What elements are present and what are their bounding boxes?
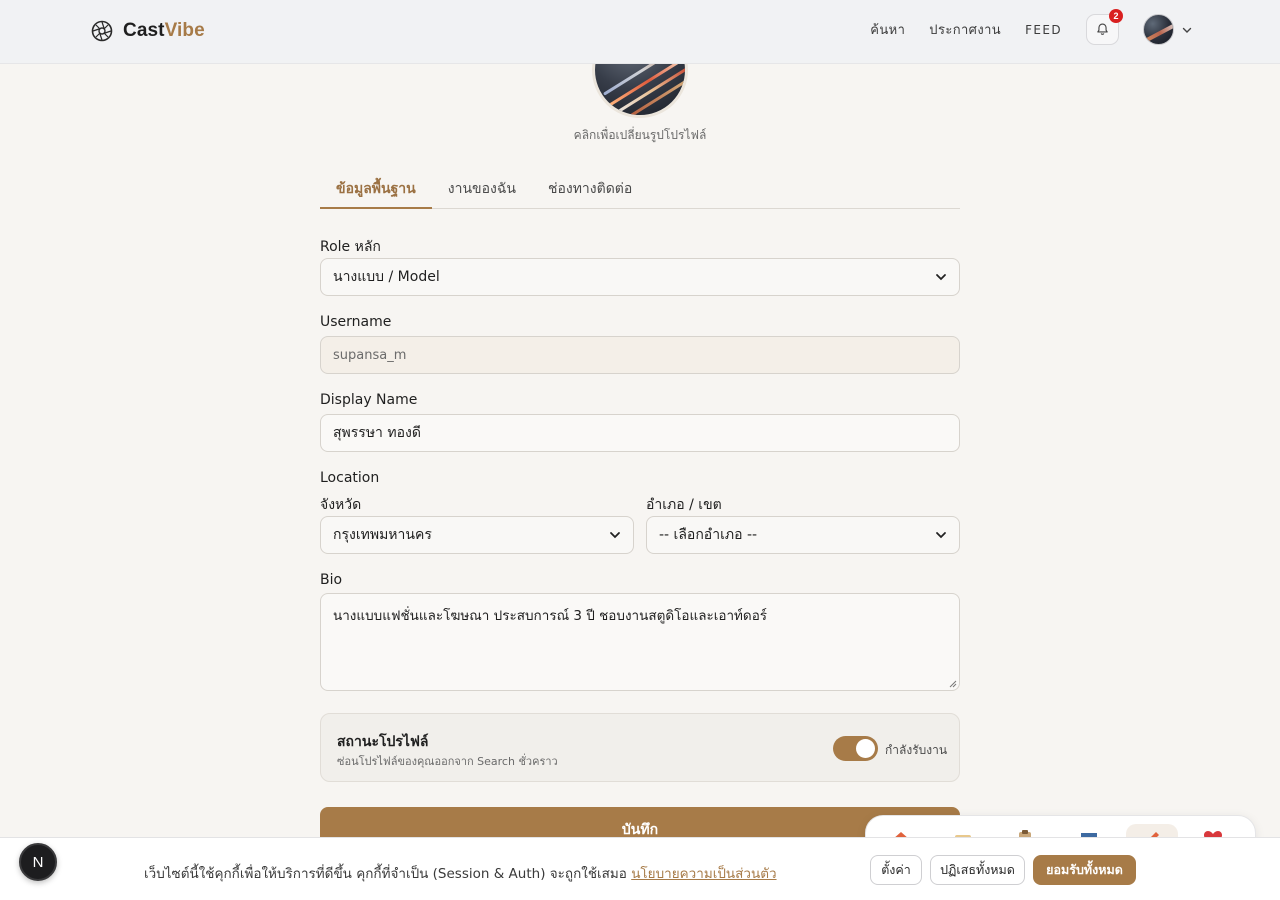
profile-tabs: ข้อมูลพื้นฐาน งานของฉัน ช่องทางติดต่อ xyxy=(320,166,960,209)
cookie-settings-button[interactable]: ตั้งค่า xyxy=(870,855,922,885)
district-label: อำเภอ / เขต xyxy=(646,497,722,513)
main-nav: ค้นหา ประกาศงาน FEED 2 xyxy=(870,9,1192,45)
cookie-message: เว็บไซต์นี้ใช้คุกกี้เพื่อให้บริการที่ดีข… xyxy=(144,862,777,884)
username-label: Username xyxy=(320,314,392,330)
nav-search-link[interactable]: ค้นหา xyxy=(870,19,905,40)
district-select[interactable]: -- เลือกอำเภอ -- xyxy=(646,516,960,554)
toggle-knob xyxy=(856,739,875,758)
location-label: Location xyxy=(320,470,380,486)
profile-status-title: สถานะโปรไฟล์ xyxy=(337,734,429,750)
display-name-value: สุพรรษา ทองดี xyxy=(333,425,421,441)
province-label: จังหวัด xyxy=(320,497,362,513)
bio-value: นางแบบแฟชั่นและโฆษณา ประสบการณ์ 3 ปี ชอบ… xyxy=(333,608,768,624)
username-value: supansa_m xyxy=(333,347,407,363)
bio-label: Bio xyxy=(320,572,343,588)
profile-status-subtitle: ซ่อนโปรไฟล์ของคุณออกจาก Search ชั่วคราว xyxy=(337,755,558,768)
username-field: supansa_m xyxy=(320,336,960,374)
role-select-value: นางแบบ / Model xyxy=(333,269,440,285)
nextjs-dev-badge[interactable]: N xyxy=(19,843,57,881)
castvibe-logo-icon xyxy=(91,20,113,42)
tab-basic-info[interactable]: ข้อมูลพื้นฐาน xyxy=(320,166,432,209)
accepting-jobs-toggle[interactable] xyxy=(833,736,878,761)
accept-all-cookies-button[interactable]: ยอมรับทั้งหมด xyxy=(1033,855,1136,885)
accepting-jobs-label: กำลังรับงาน xyxy=(885,743,948,757)
chevron-down-icon xyxy=(936,274,946,281)
display-name-input[interactable]: สุพรรษา ทองดี xyxy=(320,414,960,452)
cookie-banner: เว็บไซต์นี้ใช้คุกกี้เพื่อให้บริการที่ดีข… xyxy=(0,837,1280,900)
privacy-policy-link[interactable]: นโยบายความเป็นส่วนตัว xyxy=(631,866,776,882)
bio-textarea[interactable]: นางแบบแฟชั่นและโฆษณา ประสบการณ์ 3 ปี ชอบ… xyxy=(320,593,960,691)
notifications-button[interactable]: 2 xyxy=(1086,9,1123,45)
cookie-message-text: เว็บไซต์นี้ใช้คุกกี้เพื่อให้บริการที่ดีข… xyxy=(144,866,627,882)
notification-count-badge: 2 xyxy=(1109,9,1123,23)
role-label: Role หลัก xyxy=(320,239,381,255)
province-select[interactable]: กรุงเทพมหานคร xyxy=(320,516,634,554)
top-navbar: CastVibe ค้นหา ประกาศงาน FEED 2 xyxy=(0,0,1280,64)
district-select-value: -- เลือกอำเภอ -- xyxy=(659,527,758,543)
brand-name: CastVibe xyxy=(123,20,205,41)
tab-contact-channels[interactable]: ช่องทางติดต่อ xyxy=(532,166,648,209)
resize-handle-icon[interactable] xyxy=(949,680,957,688)
tab-my-jobs[interactable]: งานของฉัน xyxy=(432,166,532,209)
chevron-down-icon xyxy=(936,532,946,539)
province-select-value: กรุงเทพมหานคร xyxy=(333,527,432,543)
nav-feed-link[interactable]: FEED xyxy=(1025,23,1062,37)
nav-announcements-link[interactable]: ประกาศงาน xyxy=(929,19,1001,40)
change-photo-caption[interactable]: คลิกเพื่อเปลี่ยนรูปโปรไฟล์ xyxy=(0,126,1280,145)
brand[interactable]: CastVibe xyxy=(91,20,205,42)
role-select[interactable]: นางแบบ / Model xyxy=(320,258,960,296)
user-avatar-menu[interactable] xyxy=(1143,14,1174,45)
chevron-down-icon xyxy=(610,532,620,539)
reject-all-cookies-button[interactable]: ปฏิเสธทั้งหมด xyxy=(930,855,1025,885)
display-name-label: Display Name xyxy=(320,392,418,408)
chevron-down-icon[interactable] xyxy=(1182,25,1192,35)
bell-icon xyxy=(1097,23,1108,35)
profile-status-card: สถานะโปรไฟล์ ซ่อนโปรไฟล์ของคุณออกจาก Sea… xyxy=(320,713,960,782)
